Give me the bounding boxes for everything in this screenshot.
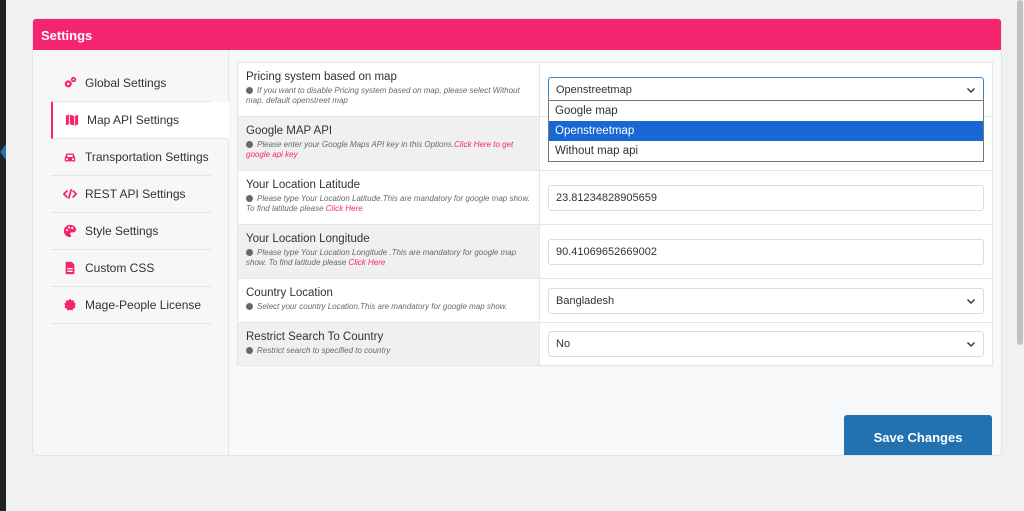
pricing-select[interactable]: Openstreetmap <box>548 76 984 103</box>
restrict-label-cell: Restrict Search To Country Restrict sear… <box>238 323 540 365</box>
field-title: Restrict Search To Country <box>246 331 384 343</box>
longitude-value-cell: 90.41069652669002 <box>540 225 992 278</box>
sidebar-item-mage-people-license[interactable]: Mage-People License <box>51 287 211 324</box>
restrict-value-cell: No <box>540 323 992 365</box>
palette-icon <box>63 224 77 238</box>
description-text: If you want to disable Pricing system ba… <box>246 86 520 105</box>
description-text: Please enter your Google Maps API key in… <box>257 140 455 149</box>
info-icon <box>246 195 253 202</box>
latitude-input[interactable]: 23.81234828905659 <box>548 184 984 211</box>
description-text: Please type Your Location Latitude.This … <box>246 194 530 213</box>
sidebar-item-label: Mage-People License <box>85 298 202 312</box>
select-value: No <box>556 338 571 350</box>
description-text: Restrict search to specified to country <box>257 346 391 355</box>
sidebar-item-map-api-settings[interactable]: Map API Settings <box>51 102 229 139</box>
field-title: Pricing system based on map <box>246 71 397 83</box>
settings-sidebar: Global Settings Map API Settings Transpo… <box>33 50 229 455</box>
badge-icon <box>63 298 77 312</box>
settings-main: Pricing system based on map If you want … <box>229 50 1001 455</box>
sidebar-item-rest-api-settings[interactable]: REST API Settings <box>51 176 211 213</box>
chevron-down-icon <box>967 298 975 304</box>
info-icon <box>246 87 253 94</box>
restrict-row: Restrict Search To Country Restrict sear… <box>238 323 992 365</box>
sidebar-item-label: Style Settings <box>85 224 159 238</box>
car-icon <box>63 150 77 164</box>
info-icon <box>246 347 253 354</box>
sidebar-item-label: Custom CSS <box>85 261 155 275</box>
select-value: Bangladesh <box>556 294 615 307</box>
country-label-cell: Country Location Select your country Loc… <box>238 279 540 322</box>
admin-sidebar-edge <box>0 0 6 511</box>
info-icon <box>246 249 253 256</box>
sidebar-item-label: Map API Settings <box>87 113 180 127</box>
pricing-dropdown-list: Google map Openstreetmap Without map api <box>548 100 984 162</box>
page-scrollbar[interactable] <box>1016 0 1024 511</box>
field-description: Please type Your Location Longitude .Thi… <box>246 248 531 268</box>
chevron-down-icon <box>967 87 975 93</box>
css-file-icon <box>63 261 77 275</box>
gmap-label-cell: Google MAP API Please enter your Google … <box>238 117 540 170</box>
map-icon <box>65 113 79 127</box>
code-icon <box>63 187 77 201</box>
panel-body: Global Settings Map API Settings Transpo… <box>33 50 1001 455</box>
info-icon <box>246 141 253 148</box>
longitude-click-here-link[interactable]: Click Here <box>348 258 385 267</box>
latitude-label-cell: Your Location Latitude Please type Your … <box>238 171 540 224</box>
sidebar-item-custom-css[interactable]: Custom CSS <box>51 250 211 287</box>
latitude-click-here-link[interactable]: Click Here <box>326 204 363 213</box>
country-row: Country Location Select your country Loc… <box>238 279 992 323</box>
sidebar-item-label: Global Settings <box>85 76 167 90</box>
panel-title: Settings <box>33 19 1001 50</box>
dropdown-option-without-map-api[interactable]: Without map api <box>549 141 983 161</box>
field-description: Restrict search to specified to country <box>246 346 531 356</box>
field-description: If you want to disable Pricing system ba… <box>246 86 531 106</box>
settings-panel: Settings Global Settings Map API Setting… <box>32 18 1002 456</box>
select-value: Openstreetmap <box>556 83 632 96</box>
sidebar-item-transportation-settings[interactable]: Transportation Settings <box>51 139 211 176</box>
longitude-input[interactable]: 90.41069652669002 <box>548 238 984 265</box>
sidebar-item-label: Transportation Settings <box>85 150 209 164</box>
country-value-cell: Bangladesh <box>540 279 992 322</box>
longitude-row: Your Location Longitude Please type Your… <box>238 225 992 279</box>
collapse-arrow-icon[interactable] <box>0 144 6 160</box>
field-title: Your Location Longitude <box>246 233 370 245</box>
chevron-down-icon <box>967 342 975 347</box>
field-title: Google MAP API <box>246 125 333 137</box>
sidebar-item-style-settings[interactable]: Style Settings <box>51 213 211 250</box>
info-icon <box>246 303 253 310</box>
longitude-label-cell: Your Location Longitude Please type Your… <box>238 225 540 278</box>
pricing-label-cell: Pricing system based on map If you want … <box>238 63 540 116</box>
scrollbar-thumb[interactable] <box>1017 0 1023 345</box>
dropdown-option-openstreetmap[interactable]: Openstreetmap <box>549 121 983 141</box>
field-description: Please enter your Google Maps API key in… <box>246 140 531 160</box>
sidebar-item-global-settings[interactable]: Global Settings <box>51 65 211 102</box>
field-title: Your Location Latitude <box>246 179 361 191</box>
restrict-select[interactable]: No <box>548 331 984 357</box>
save-changes-button[interactable]: Save Changes <box>844 415 992 455</box>
sidebar-item-label: REST API Settings <box>85 187 186 201</box>
field-description: Please type Your Location Latitude.This … <box>246 194 531 214</box>
dropdown-option-google-map[interactable]: Google map <box>549 101 983 121</box>
field-title: Country Location <box>246 287 333 299</box>
description-text: Select your country Location.This are ma… <box>257 302 508 311</box>
country-select[interactable]: Bangladesh <box>548 287 984 314</box>
latitude-row: Your Location Latitude Please type Your … <box>238 171 992 225</box>
latitude-value-cell: 23.81234828905659 <box>540 171 992 224</box>
gears-icon <box>63 76 77 90</box>
field-description: Select your country Location.This are ma… <box>246 302 531 312</box>
